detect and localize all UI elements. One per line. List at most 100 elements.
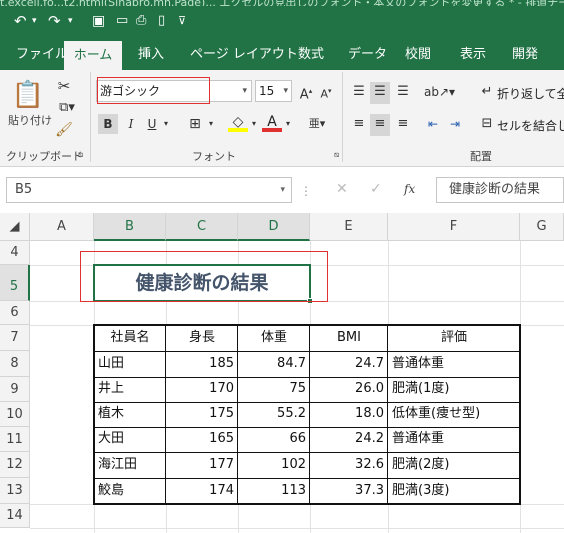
cell-weight[interactable]: 66	[239, 427, 309, 451]
font-color-icon[interactable]: A	[262, 112, 282, 132]
paste-label[interactable]: 貼り付け	[8, 112, 52, 128]
paste-icon[interactable]: 📋	[10, 78, 46, 112]
cell-bmi[interactable]: 24.2	[311, 427, 387, 451]
cell-name[interactable]: 大田	[95, 427, 165, 451]
tab-data[interactable]: データ	[348, 40, 387, 70]
cell-height[interactable]: 177	[167, 453, 237, 477]
open-file-icon[interactable]: ▭	[116, 10, 128, 32]
tab-formulas[interactable]: 数式	[298, 40, 324, 70]
header-rating[interactable]: 評価	[389, 326, 519, 350]
row-header-10[interactable]: 10	[0, 402, 30, 427]
column-header-e[interactable]: E	[310, 213, 388, 241]
header-height[interactable]: 身長	[167, 326, 237, 350]
tab-page-layout[interactable]: ページ レイアウト	[190, 40, 298, 70]
name-box-dropdown-icon[interactable]: ▾	[280, 178, 285, 202]
cell-bmi[interactable]: 18.0	[311, 402, 387, 426]
print-preview-icon[interactable]: ⎙	[136, 10, 146, 32]
font-color-dropdown-icon[interactable]: ▾	[283, 114, 293, 134]
row-header-11[interactable]: 11	[0, 427, 30, 452]
cancel-icon[interactable]: ✕	[336, 179, 348, 199]
column-header-d[interactable]: D	[238, 213, 310, 241]
cell-height[interactable]: 170	[167, 377, 237, 401]
cell-height[interactable]: 174	[167, 479, 237, 503]
align-left-icon[interactable]: ≡	[350, 114, 368, 134]
merge-center-icon[interactable]: ⊟	[478, 114, 496, 134]
wrap-text-icon[interactable]: ↵	[478, 82, 496, 102]
align-center-icon[interactable]: ≡	[370, 114, 390, 136]
cell-name[interactable]: 海江田	[95, 453, 165, 477]
fill-color-icon[interactable]: ◇	[228, 112, 248, 132]
cell-weight[interactable]: 55.2	[239, 402, 309, 426]
insert-function-icon[interactable]: fx	[404, 179, 415, 199]
new-file-icon[interactable]: ▯	[158, 10, 165, 32]
increase-indent-icon[interactable]: ⇥	[446, 114, 464, 134]
cell-weight[interactable]: 102	[239, 453, 309, 477]
cell-name[interactable]: 井上	[95, 377, 165, 401]
cell-height[interactable]: 185	[167, 352, 237, 376]
phonetic-guide-icon[interactable]: 亜▾	[306, 114, 328, 134]
underline-button[interactable]: U	[144, 114, 160, 134]
cell-rating[interactable]: 普通体重	[389, 427, 519, 451]
cell-rating[interactable]: 低体重(痩せ型)	[389, 402, 519, 426]
borders-icon[interactable]: ⊞	[184, 114, 206, 134]
cut-icon[interactable]: ✂	[54, 76, 74, 96]
cell-name[interactable]: 植木	[95, 402, 165, 426]
merge-center-label[interactable]: セルを結合して	[497, 117, 564, 134]
cell-bmi[interactable]: 24.7	[311, 352, 387, 376]
name-box[interactable]: B5 ▾	[6, 177, 292, 203]
select-all-button[interactable]: ◢	[0, 213, 30, 241]
cell-weight[interactable]: 113	[239, 479, 309, 503]
tab-developer[interactable]: 開発	[512, 40, 538, 70]
undo-dropdown-icon[interactable]: ▾	[32, 10, 37, 32]
column-header-a[interactable]: A	[30, 213, 94, 241]
tab-view[interactable]: 表示	[460, 40, 486, 70]
clipboard-launcher-icon[interactable]: ⧅	[78, 150, 83, 160]
row-header-14[interactable]: 14	[0, 504, 30, 528]
font-name-dropdown-icon[interactable]: ▾	[242, 81, 247, 101]
column-header-c[interactable]: C	[166, 213, 238, 241]
underline-dropdown-icon[interactable]: ▾	[161, 114, 171, 134]
cell-rating[interactable]: 肥満(3度)	[389, 479, 519, 503]
cell-bmi[interactable]: 37.3	[311, 479, 387, 503]
redo-dropdown-icon[interactable]: ▾	[68, 10, 73, 32]
tab-file[interactable]: ファイル	[16, 40, 68, 70]
cell-rating[interactable]: 肥満(1度)	[389, 377, 519, 401]
cell-height[interactable]: 165	[167, 427, 237, 451]
wrap-text-label[interactable]: 折り返して全体	[497, 85, 564, 102]
cell-name[interactable]: 鮫島	[95, 479, 165, 503]
header-weight[interactable]: 体重	[239, 326, 309, 350]
top-align-icon[interactable]: ☰	[350, 82, 368, 102]
tab-review[interactable]: 校閲	[405, 40, 431, 70]
cell-name[interactable]: 山田	[95, 352, 165, 376]
row-header-12[interactable]: 12	[0, 452, 30, 478]
row-header-9[interactable]: 9	[0, 377, 30, 402]
font-size-input[interactable]: 15 ▾	[255, 80, 292, 102]
bottom-align-icon[interactable]: ☰	[394, 82, 412, 102]
redo-icon[interactable]: ↷	[48, 10, 61, 32]
cell-bmi[interactable]: 32.6	[311, 453, 387, 477]
formula-input[interactable]: 健康診断の結果	[436, 177, 564, 203]
row-header-6[interactable]: 6	[0, 301, 30, 325]
orientation-icon[interactable]: ab↗▾	[424, 82, 455, 102]
tab-home[interactable]: ホーム	[64, 41, 122, 70]
decrease-indent-icon[interactable]: ⇤	[424, 114, 442, 134]
row-header-7[interactable]: 7	[0, 325, 30, 351]
column-header-g[interactable]: G	[520, 213, 564, 241]
row-header-5[interactable]: 5	[0, 265, 30, 301]
enter-icon[interactable]: ✓	[370, 179, 382, 199]
customize-qat-icon[interactable]: ⊽	[178, 10, 186, 32]
column-header-b[interactable]: B	[94, 213, 166, 241]
fill-color-dropdown-icon[interactable]: ▾	[249, 114, 259, 134]
cell-weight[interactable]: 75	[239, 377, 309, 401]
format-painter-icon[interactable]: 🖌	[54, 120, 74, 140]
align-right-icon[interactable]: ≡	[394, 114, 412, 134]
undo-icon[interactable]: ↶	[14, 10, 27, 32]
bold-button[interactable]: B	[98, 114, 118, 134]
cell-height[interactable]: 175	[167, 402, 237, 426]
italic-button[interactable]: I	[122, 114, 140, 134]
cell-bmi[interactable]: 26.0	[311, 377, 387, 401]
font-size-dropdown-icon[interactable]: ▾	[283, 81, 288, 101]
middle-align-icon[interactable]: ☰	[370, 82, 390, 104]
row-header-13[interactable]: 13	[0, 478, 30, 504]
font-launcher-icon[interactable]: ⧅	[334, 150, 339, 160]
